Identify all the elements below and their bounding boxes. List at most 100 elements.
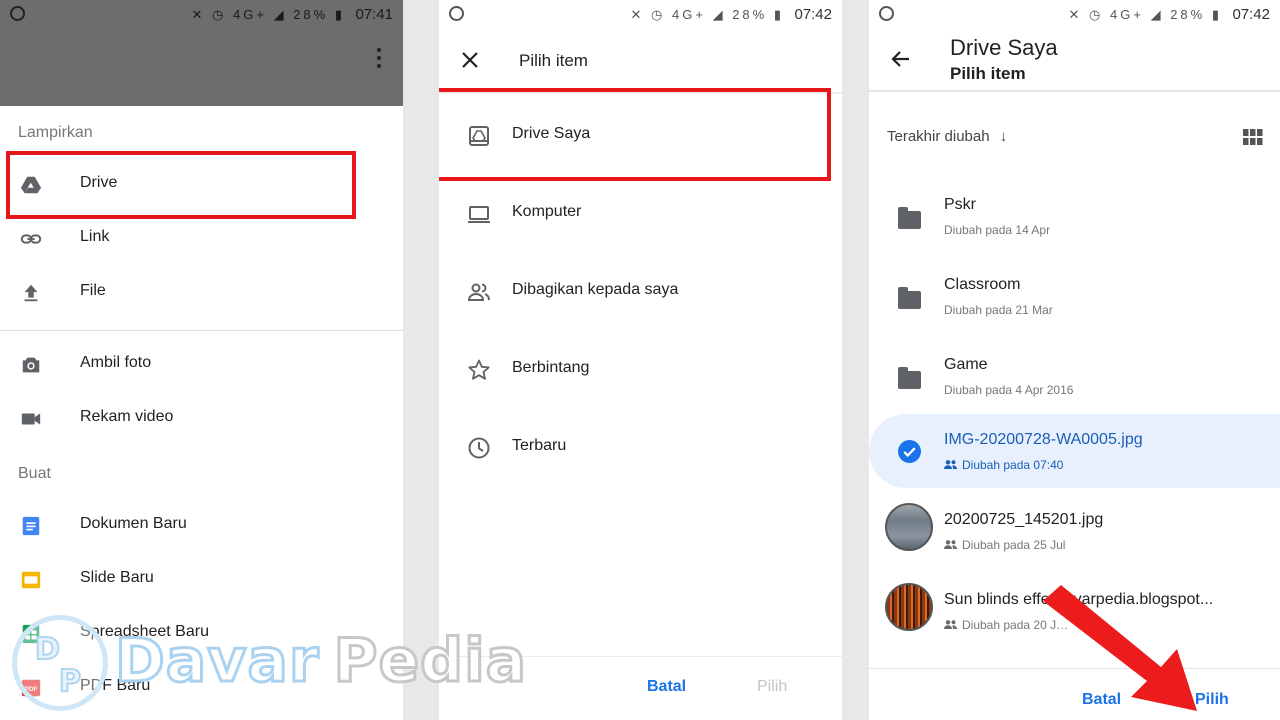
docs-icon bbox=[22, 516, 40, 536]
picker-starred[interactable]: Berbintang bbox=[439, 340, 842, 400]
link-icon bbox=[20, 234, 42, 244]
alarm-icon: ◷ bbox=[1089, 7, 1104, 22]
picker-shared-label: Dibagikan kepada saya bbox=[512, 281, 679, 298]
item-name: Classroom bbox=[944, 276, 1021, 293]
image-thumbnail bbox=[885, 503, 933, 551]
clock-icon bbox=[468, 437, 490, 459]
drive-header: Drive Saya Pilih item bbox=[869, 30, 1280, 92]
sort-control[interactable]: Terakhir diubah ↓ bbox=[887, 128, 1007, 145]
create-doc[interactable]: Dokumen Baru bbox=[0, 499, 403, 553]
drive-subtitle: Pilih item bbox=[950, 64, 1026, 83]
check-circle-icon bbox=[898, 440, 921, 463]
status-bar: ✕ ◷ 4G+ ◢ 28% ▮ 07:42 bbox=[439, 0, 842, 30]
image-thumbnail bbox=[885, 583, 933, 631]
drive-title: Drive Saya bbox=[950, 35, 1058, 60]
create-slide-label: Slide Baru bbox=[80, 569, 154, 586]
signal-icon: ◢ bbox=[1150, 7, 1164, 22]
more-vert-icon[interactable] bbox=[377, 48, 381, 68]
create-pdf[interactable]: PDF PDF Baru bbox=[0, 661, 403, 715]
folder-item[interactable]: Pskr Diubah pada 14 Apr bbox=[869, 180, 1280, 258]
network-label: 4G+ bbox=[233, 7, 267, 22]
attach-link-label: Link bbox=[80, 228, 110, 245]
file-item[interactable]: 20200725_145201.jpg Diubah pada 25 Jul bbox=[869, 490, 1280, 568]
shared-icon bbox=[944, 460, 957, 469]
folder-item[interactable]: Game Diubah pada 4 Apr 2016 bbox=[869, 340, 1280, 418]
picker-panel: ✕ ◷ 4G+ ◢ 28% ▮ 07:42 Pilih item Drive S… bbox=[439, 0, 842, 720]
attach-video-label: Rekam video bbox=[80, 408, 174, 425]
shared-icon bbox=[944, 540, 957, 549]
whatsapp-icon bbox=[449, 6, 464, 21]
slides-icon bbox=[21, 571, 41, 589]
clock-time: 07:42 bbox=[794, 6, 832, 23]
item-name: Game bbox=[944, 356, 988, 373]
mute-icon: ✕ bbox=[1068, 7, 1083, 22]
battery-label: 28% bbox=[1170, 7, 1206, 22]
status-bar: ✕ ◷ 4G+ ◢ 28% ▮ 07:42 bbox=[869, 0, 1280, 30]
create-pdf-label: PDF Baru bbox=[80, 677, 151, 694]
picker-computer[interactable]: Komputer bbox=[439, 184, 842, 244]
picker-recent-label: Terbaru bbox=[512, 437, 567, 454]
battery-label: 28% bbox=[732, 7, 768, 22]
attach-video[interactable]: Rekam video bbox=[0, 392, 403, 446]
picker-cancel-button[interactable]: Batal bbox=[647, 678, 686, 696]
item-date: Diubah pada 21 Mar bbox=[944, 303, 1053, 317]
section-create: Buat bbox=[18, 465, 51, 482]
signal-icon: ◢ bbox=[712, 7, 726, 22]
battery-icon: ▮ bbox=[773, 7, 784, 22]
red-arrow-annotation bbox=[1043, 585, 1197, 711]
file-item-selected[interactable]: IMG-20200728-WA0005.jpg Diubah pada 07:4… bbox=[869, 414, 1280, 488]
battery-icon: ▮ bbox=[334, 7, 345, 22]
close-icon[interactable] bbox=[461, 51, 479, 69]
attach-link[interactable]: Link bbox=[0, 212, 403, 266]
picker-title: Pilih item bbox=[519, 51, 588, 70]
attach-camera-label: Ambil foto bbox=[80, 354, 152, 371]
highlight-box bbox=[6, 151, 356, 219]
picker-computer-label: Komputer bbox=[512, 203, 582, 220]
folder-icon bbox=[898, 367, 921, 389]
create-sheet-label: Spreadsheet Baru bbox=[80, 623, 209, 640]
network-label: 4G+ bbox=[1110, 7, 1144, 22]
people-icon bbox=[467, 283, 490, 301]
alarm-icon: ◷ bbox=[212, 7, 227, 22]
folder-icon bbox=[898, 287, 921, 309]
highlight-box bbox=[439, 88, 831, 181]
create-doc-label: Dokumen Baru bbox=[80, 515, 187, 532]
alarm-icon: ◷ bbox=[651, 7, 666, 22]
sheets-icon bbox=[22, 624, 40, 644]
status-icons: ✕ ◷ 4G+ ◢ 28% ▮ bbox=[631, 7, 785, 23]
item-date: Diubah pada 25 Jul bbox=[962, 538, 1066, 552]
shared-icon bbox=[944, 620, 957, 629]
network-label: 4G+ bbox=[672, 7, 706, 22]
picker-shared[interactable]: Dibagikan kepada saya bbox=[439, 262, 842, 322]
item-date: Diubah pada 07:40 bbox=[962, 458, 1064, 472]
drive-panel: ✕ ◷ 4G+ ◢ 28% ▮ 07:42 Drive Saya Pilih i… bbox=[869, 0, 1280, 720]
folder-item[interactable]: Classroom Diubah pada 21 Mar bbox=[869, 260, 1280, 338]
picker-select-button[interactable]: Pilih bbox=[757, 678, 787, 696]
pdf-icon: PDF bbox=[21, 679, 41, 697]
clock-time: 07:41 bbox=[355, 6, 393, 23]
attach-file-label: File bbox=[80, 282, 106, 299]
item-name: 20200725_145201.jpg bbox=[944, 511, 1104, 528]
battery-icon: ▮ bbox=[1211, 7, 1222, 22]
whatsapp-icon bbox=[10, 6, 25, 21]
section-attach: Lampirkan bbox=[18, 124, 93, 141]
status-icons: ✕ ◷ 4G+ ◢ 28% ▮ bbox=[192, 7, 346, 23]
folder-icon bbox=[898, 207, 921, 229]
create-sheet[interactable]: Spreadsheet Baru bbox=[0, 607, 403, 661]
footer-divider bbox=[439, 656, 842, 657]
attach-file[interactable]: File bbox=[0, 266, 403, 320]
mute-icon: ✕ bbox=[191, 7, 206, 22]
item-date: Diubah pada 14 Apr bbox=[944, 223, 1051, 237]
grid-view-icon[interactable] bbox=[1243, 129, 1263, 145]
picker-starred-label: Berbintang bbox=[512, 359, 590, 376]
create-slide[interactable]: Slide Baru bbox=[0, 553, 403, 607]
sort-label: Terakhir diubah bbox=[887, 128, 990, 145]
item-date: Diubah pada 4 Apr 2016 bbox=[944, 383, 1074, 397]
item-name: IMG-20200728-WA0005.jpg bbox=[944, 431, 1143, 448]
whatsapp-icon bbox=[879, 6, 894, 21]
back-arrow-icon[interactable] bbox=[891, 49, 911, 69]
divider bbox=[0, 330, 403, 331]
attach-camera[interactable]: Ambil foto bbox=[0, 338, 403, 392]
status-icons: ✕ ◷ 4G+ ◢ 28% ▮ bbox=[1069, 7, 1223, 23]
picker-recent[interactable]: Terbaru bbox=[439, 418, 842, 478]
